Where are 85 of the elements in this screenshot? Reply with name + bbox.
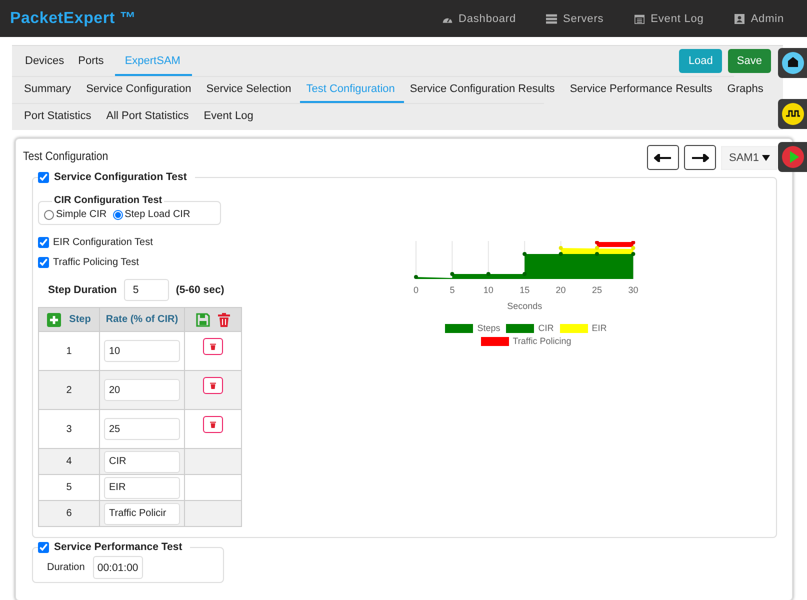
trash-icon — [210, 343, 216, 350]
add-icon[interactable] — [47, 312, 62, 326]
table-cell: 3 — [38, 410, 100, 448]
checkbox-label: Service Performance Test — [54, 540, 182, 554]
nav-link[interactable]: Dashboard — [442, 12, 516, 24]
app-title: PacketExpert ™ — [10, 10, 136, 28]
axis-tick-label: 10 — [483, 285, 494, 295]
tab[interactable]: Graphs — [721, 77, 772, 103]
caret-icon — [762, 154, 770, 160]
table-cell: 1 — [38, 332, 100, 370]
table-cell: 5 — [38, 474, 100, 500]
column-header: Step — [69, 314, 91, 325]
axis-label: Seconds — [507, 301, 542, 311]
trash-icon — [210, 382, 216, 389]
tab[interactable]: Devices — [22, 48, 74, 76]
radio-button[interactable] — [112, 210, 123, 220]
axis-tick-label: 15 — [520, 285, 530, 295]
checkbox[interactable] — [38, 542, 49, 552]
field-label: Duration — [47, 562, 85, 573]
tab[interactable]: Service Configuration Results — [404, 77, 564, 103]
save-icon[interactable] — [196, 312, 210, 326]
tab[interactable]: Ports — [75, 48, 113, 76]
delete-row-button[interactable] — [203, 416, 223, 433]
next-button[interactable] — [684, 145, 716, 170]
column-header: Rate (% of CIR) — [106, 314, 178, 325]
right-arrow-icon — [691, 154, 709, 162]
port-icon — [782, 52, 804, 74]
radio-button[interactable] — [44, 210, 54, 220]
play-icon — [782, 146, 804, 168]
rate-field[interactable]: Traffic Policir — [104, 502, 180, 524]
axis-tick-label: 0 — [414, 285, 418, 295]
legend-label: CIR — [538, 323, 554, 333]
trash-icon — [210, 421, 216, 428]
rate-field[interactable]: 25 — [104, 418, 180, 440]
radio-label: Step Load CIR — [124, 209, 190, 220]
table-cell: 4 — [38, 448, 100, 474]
tab[interactable]: Port Statistics — [18, 104, 100, 130]
previous-button[interactable] — [647, 145, 679, 170]
save-button[interactable]: Save — [728, 49, 771, 73]
rate-field[interactable]: EIR — [104, 476, 180, 498]
checkbox[interactable] — [38, 236, 49, 248]
delete-row-button[interactable] — [203, 377, 223, 394]
service-dropdown[interactable]: SAM1 — [721, 146, 777, 170]
checkbox-label: Traffic Policing Test — [53, 256, 139, 268]
tab[interactable]: Service Selection — [200, 77, 300, 103]
nav-link[interactable]: Servers — [546, 12, 604, 24]
duration-field[interactable]: 00:01:00 — [92, 556, 143, 579]
legend-label: Steps — [477, 323, 500, 333]
field-hint: (5-60 sec) — [176, 284, 224, 296]
side-button[interactable] — [778, 99, 807, 129]
axis-tick-label: 5 — [450, 285, 455, 295]
tab[interactable]: Event Log — [198, 104, 262, 130]
calendar-icon — [634, 14, 645, 24]
legend-label: Traffic Policing — [512, 336, 572, 346]
checkbox[interactable] — [38, 172, 49, 182]
tab[interactable]: All Port Statistics — [100, 104, 198, 130]
delete-icon[interactable] — [218, 312, 230, 326]
server-icon — [546, 14, 557, 24]
delete-row-button[interactable] — [203, 338, 223, 355]
axis-tick-label: 20 — [556, 285, 566, 295]
card-title: Test Configuration — [23, 148, 108, 162]
axis-tick-label: 25 — [592, 285, 602, 295]
axis-tick-label: 30 — [628, 285, 638, 295]
nav-link[interactable]: Admin — [734, 12, 784, 24]
rate-field[interactable]: CIR — [104, 450, 180, 472]
side-button[interactable] — [778, 48, 807, 78]
field-label: Step Duration — [48, 284, 117, 296]
pulse-icon — [782, 103, 804, 125]
table-cell: 6 — [38, 500, 100, 526]
user-icon — [734, 14, 745, 24]
tab[interactable]: Service Performance Results — [564, 77, 722, 103]
table-cell: 2 — [38, 370, 100, 410]
checkbox-label: Service Configuration Test — [54, 170, 187, 184]
checkbox-label: EIR Configuration Test — [53, 236, 153, 248]
tab[interactable]: Service Configuration — [80, 77, 200, 103]
step-duration-field[interactable]: 5 — [124, 279, 169, 301]
tab[interactable]: Summary — [18, 77, 80, 103]
legend-label: EIR — [592, 323, 607, 333]
radio-label: Simple CIR — [56, 209, 107, 220]
left-arrow-icon — [654, 154, 672, 162]
group-title: CIR Configuration Test — [53, 195, 164, 207]
nav-link[interactable]: Event Log — [634, 12, 704, 24]
rate-field[interactable]: 10 — [104, 340, 180, 362]
checkbox[interactable] — [38, 256, 49, 268]
rate-field[interactable]: 20 — [104, 379, 180, 401]
